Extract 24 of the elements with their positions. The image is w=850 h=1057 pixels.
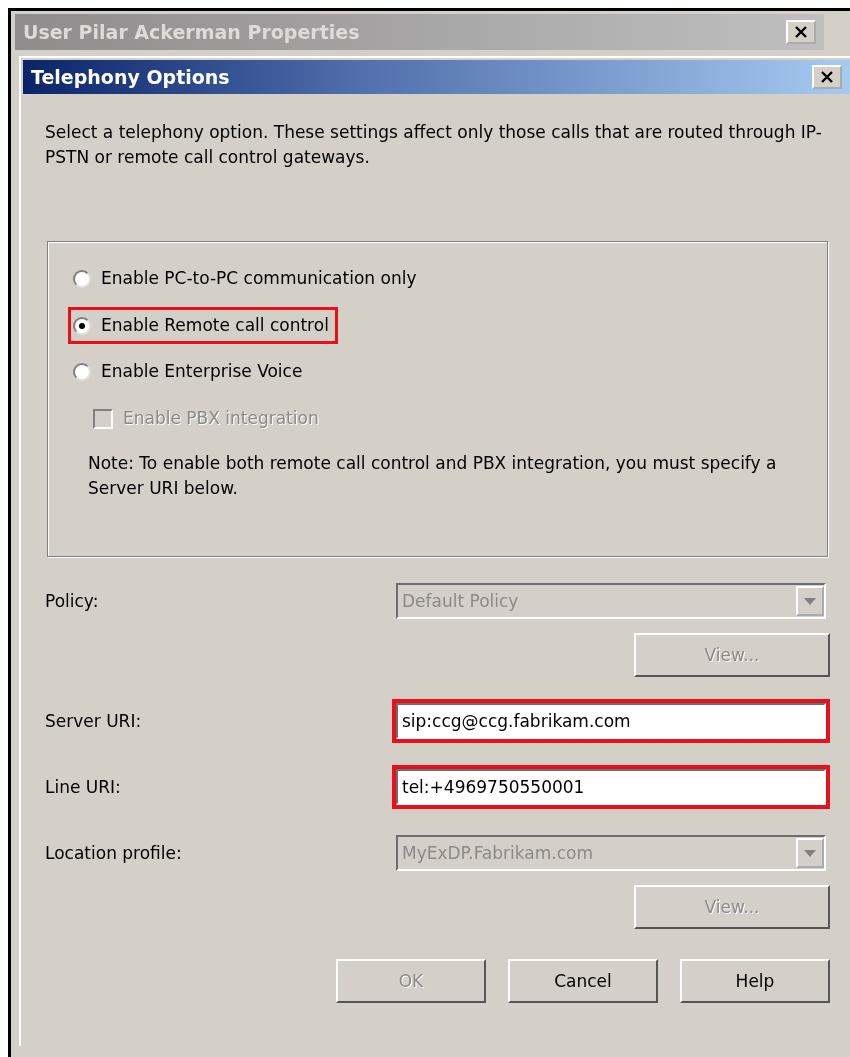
input-field[interactable]: tel:+4969750550001 — [396, 769, 826, 806]
radio-option[interactable]: Enable Remote call control — [68, 306, 338, 345]
close-icon — [794, 25, 808, 39]
dialog-button[interactable]: Cancel — [508, 959, 658, 1004]
close-button[interactable] — [786, 20, 816, 44]
radio-option[interactable]: Enable PC-to-PC communication only — [68, 260, 426, 298]
field-label: Policy: — [45, 589, 100, 613]
radio-option[interactable]: Enable Enterprise Voice — [68, 353, 312, 391]
close-button[interactable] — [812, 65, 842, 89]
radio-button[interactable] — [73, 270, 91, 289]
field-label: Location profile: — [45, 841, 183, 865]
input-field[interactable]: sip:ccg@ccg.fabrikam.com — [396, 703, 826, 740]
radio-button[interactable] — [73, 316, 91, 335]
close-icon — [820, 70, 834, 84]
intro-text: Select a telephony option. These settings affect only those calls that are routed through IP-PSTN or remote call control gateways. — [45, 121, 823, 169]
note-text: Note: To enable both remote call control and PBX integration, you must specify a Server URI below. — [88, 452, 778, 500]
dropdown-arrow-icon — [804, 597, 816, 605]
field-label: Line URI: — [45, 775, 122, 799]
dropdown-arrow-icon — [804, 849, 816, 857]
dialog-button[interactable]: Help — [680, 959, 830, 1004]
window-title: User Pilar Ackerman Properties — [23, 19, 360, 45]
radio-button[interactable] — [73, 363, 91, 382]
dialog-title: Telephony Options — [31, 64, 230, 90]
field-label: Server URI: — [45, 709, 143, 733]
